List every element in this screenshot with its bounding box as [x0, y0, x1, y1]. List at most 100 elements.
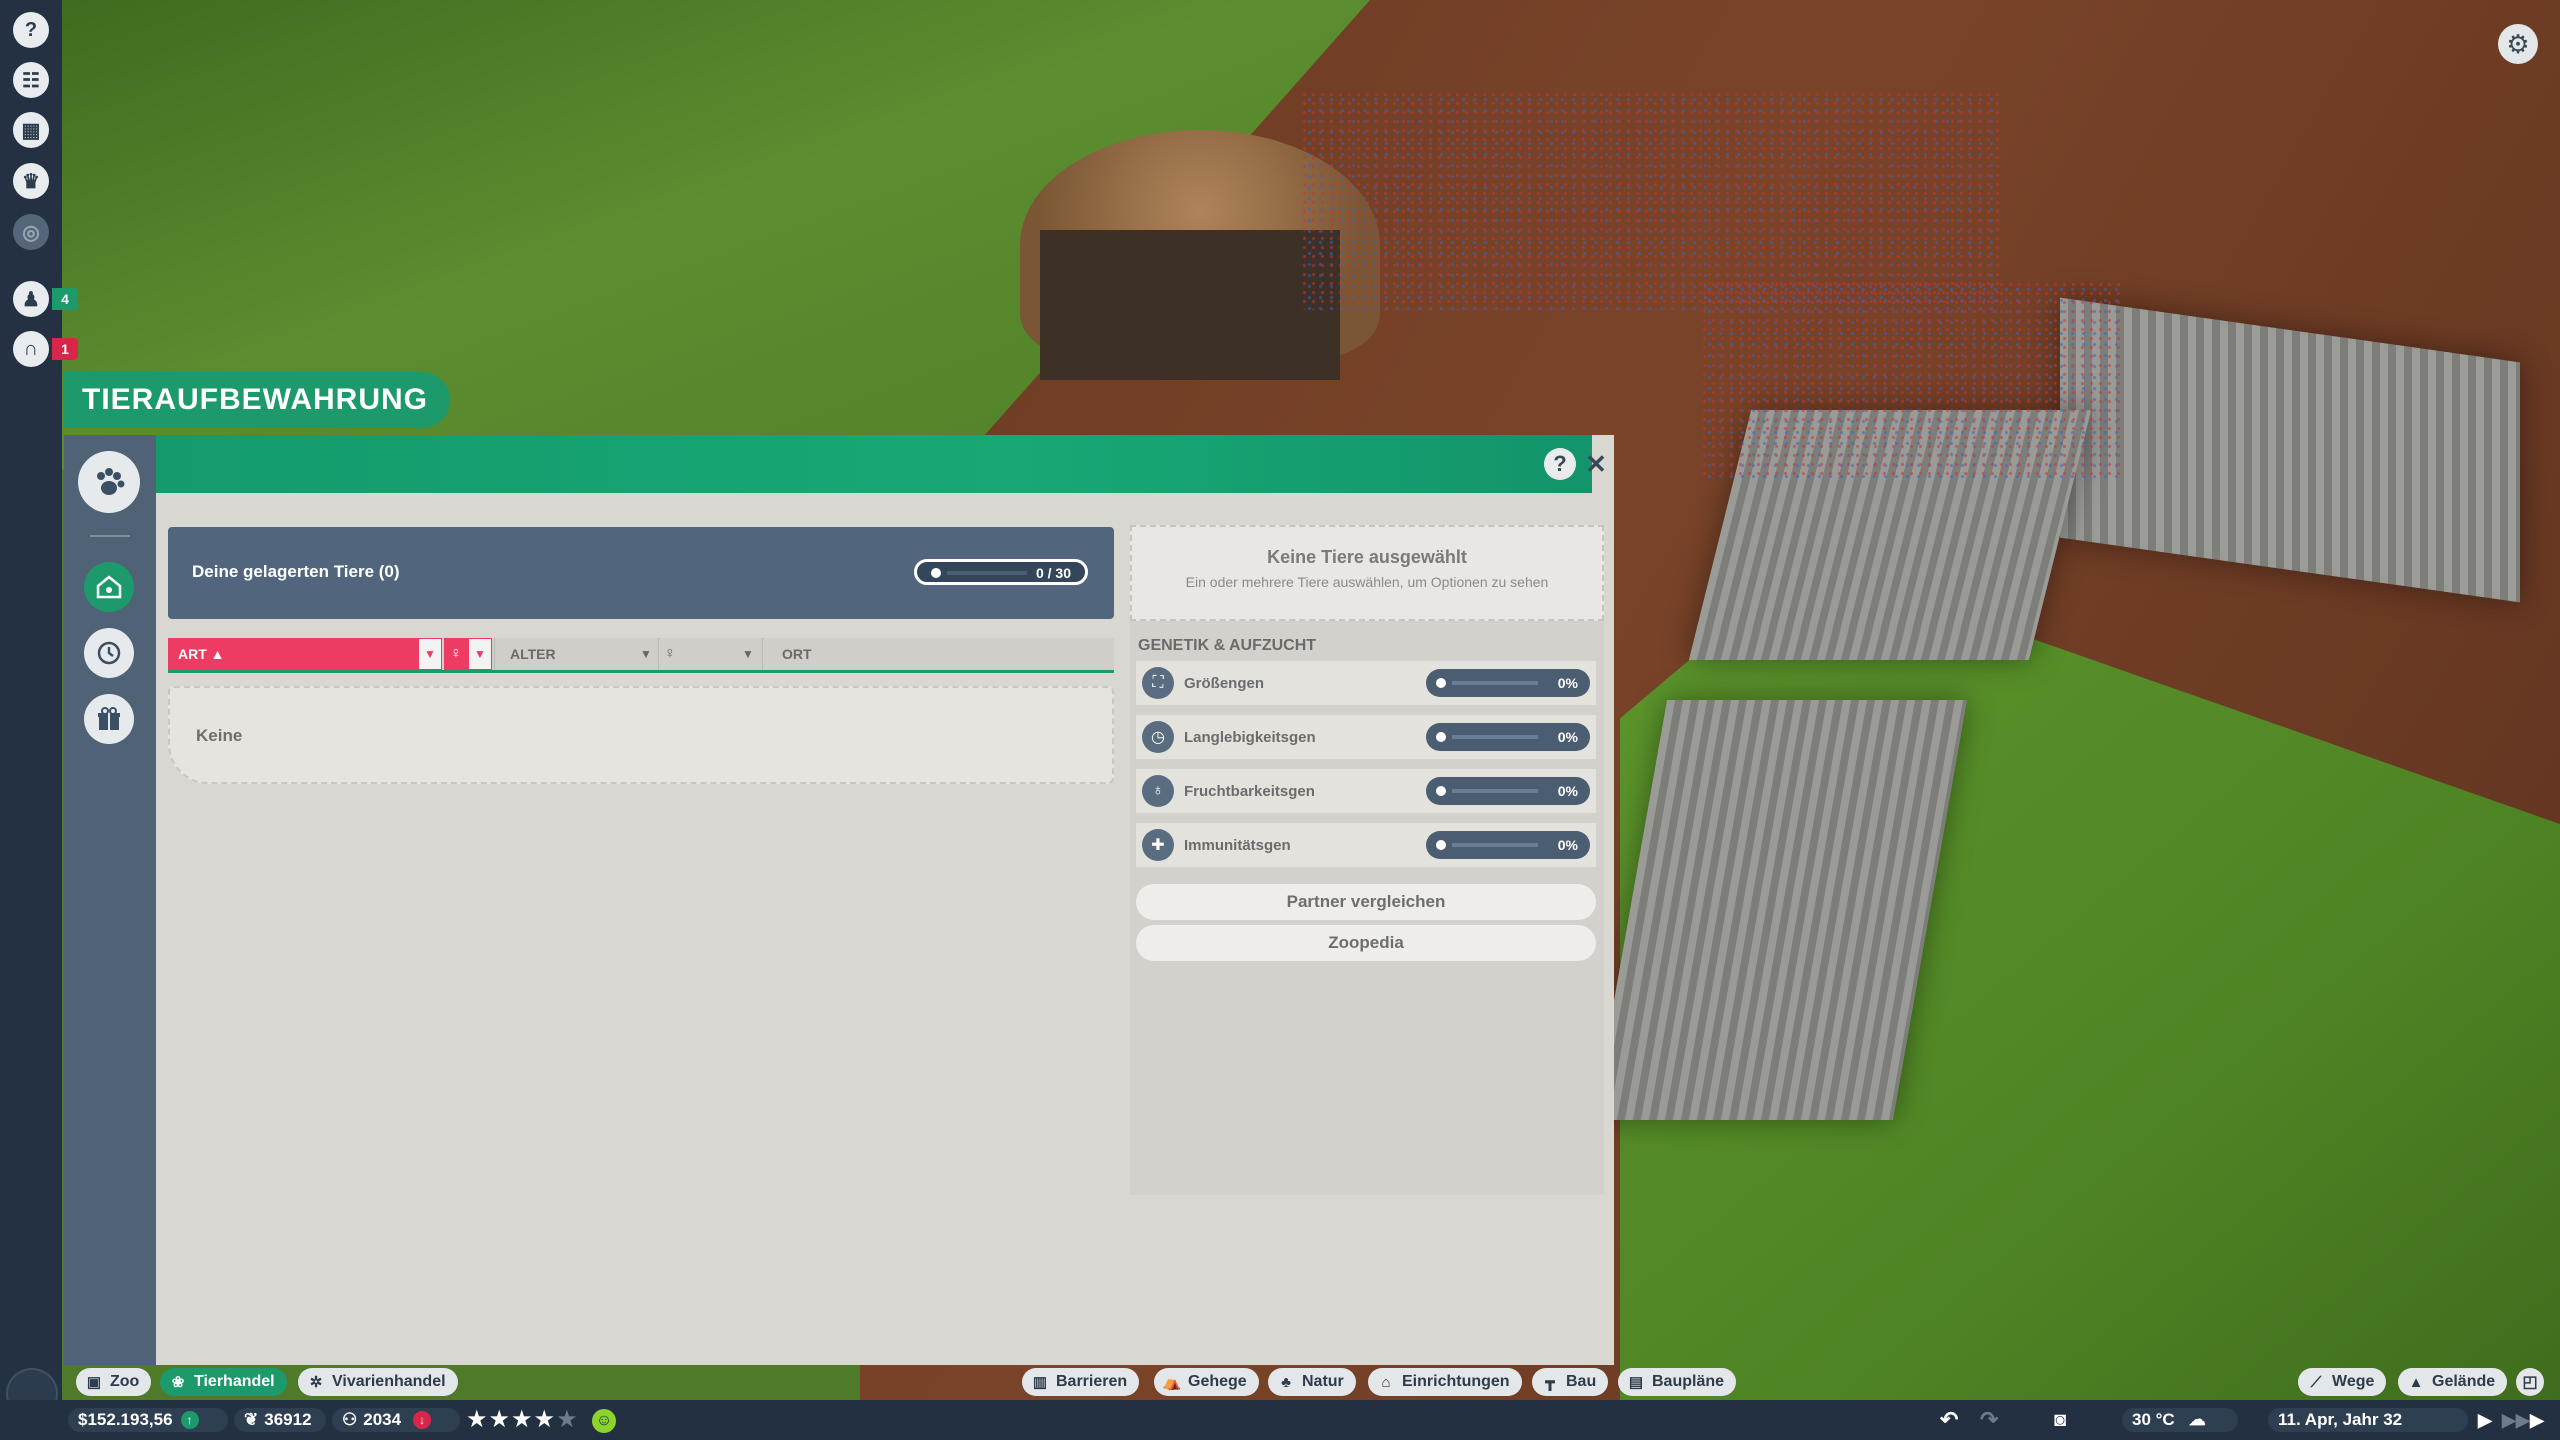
tab-label: Zoo: [110, 1373, 140, 1390]
trophy-icon[interactable]: ♛: [13, 163, 49, 199]
storage-capacity-bar: 0 / 30: [914, 559, 1088, 585]
tab-natur[interactable]: ♣ Natur: [1268, 1368, 1356, 1396]
sex-column[interactable]: ♀: [664, 638, 694, 670]
funnel-icon: ▼: [418, 638, 442, 670]
female-icon: ♀: [664, 645, 676, 662]
building-base: [1040, 230, 1340, 380]
gene-label: Größengen: [1184, 675, 1265, 692]
zoopedia-button[interactable]: Zoopedia: [1136, 925, 1596, 961]
sex-filter-button[interactable]: ▼: [736, 638, 760, 670]
tab-zoo[interactable]: ▣ Zoo: [76, 1368, 152, 1396]
help-button[interactable]: ?: [1544, 448, 1576, 480]
construction-icon: ┳: [1545, 1374, 1555, 1391]
genetics-section-title: GENETIK & AUFZUCHT: [1138, 637, 1317, 654]
column-divider: [494, 638, 495, 670]
gender-filter-button[interactable]: ▼: [468, 638, 492, 670]
tab-tierhandel[interactable]: ❀ Tierhandel: [160, 1368, 287, 1396]
sort-alter-column[interactable]: ALTER: [502, 638, 600, 670]
zoo-icon: ▣: [86, 1374, 102, 1391]
temperature-display: 30 °C ☁: [2122, 1408, 2238, 1432]
tab-vivarienhandel[interactable]: ✲ Vivarienhandel: [298, 1368, 458, 1396]
compare-partners-button[interactable]: Partner vergleichen: [1136, 884, 1596, 920]
art-filter-button[interactable]: ▼: [418, 638, 442, 670]
calendar-icon[interactable]: ▦: [13, 112, 49, 148]
tab-barrieren[interactable]: ▥ Barrieren: [1022, 1368, 1140, 1396]
tab-gehege[interactable]: ⛺ Gehege: [1154, 1368, 1259, 1396]
camera-toggle-button[interactable]: ◰: [2516, 1368, 2544, 1396]
history-icon: [97, 641, 121, 665]
gene-bar-track: [1452, 681, 1538, 685]
insect-icon: ✲: [309, 1374, 323, 1391]
blueprint-icon: ▤: [1628, 1374, 1644, 1391]
gene-bar-indicator: [1436, 732, 1446, 742]
paw-icon: ❀: [171, 1374, 185, 1391]
fast-forward-icon[interactable]: ▶▶: [2502, 1408, 2530, 1432]
animal-list: Keine: [168, 686, 1114, 784]
zoo-rating-stars[interactable]: ★★★★★: [466, 1408, 579, 1432]
scenario-icon[interactable]: ☷: [13, 62, 49, 98]
tab-gifts[interactable]: [84, 694, 134, 744]
gift-icon: [98, 707, 120, 730]
tab-label: Natur: [1302, 1373, 1344, 1390]
close-button[interactable]: ✕: [1580, 448, 1612, 480]
tab-label: Gehege: [1188, 1373, 1247, 1390]
tab-history[interactable]: [84, 628, 134, 678]
tab-label: Baupläne: [1652, 1373, 1725, 1390]
camera-icon: ◰: [2522, 1374, 2538, 1391]
tab-wege[interactable]: ⟋ Wege: [2298, 1368, 2387, 1396]
selection-title: Keine Tiere ausgewählt: [1267, 547, 1467, 567]
tab-gelaende[interactable]: ▲ Gelände: [2398, 1368, 2508, 1396]
star-icon: ★: [466, 1406, 489, 1433]
conservation-value: 36912: [264, 1410, 312, 1429]
sort-art-column[interactable]: ART ▲: [168, 638, 418, 670]
tab-einrichtungen[interactable]: ⌂ Einrichtungen: [1368, 1368, 1522, 1396]
guests-icon: ⚇: [342, 1410, 358, 1429]
tab-bau[interactable]: ┳ Bau: [1532, 1368, 1609, 1396]
tab-label: Tierhandel: [194, 1373, 275, 1390]
size-gene-icon: ⛶: [1142, 667, 1174, 699]
female-icon: ♀: [450, 645, 462, 662]
storage-home-icon: [96, 575, 122, 599]
sidebar-divider: [90, 535, 130, 537]
staff-icon[interactable]: ♟: [13, 281, 49, 317]
gate-alert-badge: 1: [52, 338, 78, 360]
star-half-icon: ★: [533, 1406, 557, 1433]
paw-icon[interactable]: [78, 451, 140, 513]
undo-icon[interactable]: ↶: [1940, 1407, 1958, 1432]
guest-value: 2034: [363, 1410, 402, 1429]
gear-icon[interactable]: ⚙: [2498, 24, 2538, 64]
gene-value: 0%: [1557, 783, 1578, 799]
fastest-speed-icon[interactable]: ▶: [2530, 1408, 2544, 1432]
weather-cloud-icon: ☁: [2188, 1410, 2206, 1429]
help-icon[interactable]: ?: [13, 12, 49, 48]
gene-bar: 0%: [1426, 777, 1590, 805]
tab-label: Vivarienhandel: [332, 1373, 446, 1390]
gene-row-immunity: ✚ Immunitätsgen 0%: [1136, 823, 1596, 867]
filter-header-row: ART ▲ ▼ ♀ ▼ ALTER ▼ ♀ ▼ ORT: [168, 638, 1114, 673]
gene-bar: 0%: [1426, 831, 1590, 859]
redo-icon[interactable]: ↷: [1980, 1407, 1998, 1432]
status-bar: $152.193,56 ↑ ❦ 36912 ⚇ 2034 ↓ ★★★★★ ☺ ↶…: [0, 1400, 2560, 1440]
barrier-icon: ▥: [1032, 1374, 1048, 1391]
play-speed-icon[interactable]: ▶: [2478, 1408, 2492, 1432]
habitat-icon: ⛺: [1162, 1374, 1182, 1391]
date-display: 11. Apr, Jahr 32: [2268, 1408, 2468, 1432]
capacity-track: [947, 571, 1027, 575]
female-filter-column[interactable]: ♀: [444, 638, 468, 670]
guest-count-display[interactable]: ⚇ 2034 ↓: [332, 1408, 460, 1432]
conservation-credits-display[interactable]: ❦ 36912: [234, 1408, 326, 1432]
screenshot-icon[interactable]: ◙: [2054, 1408, 2066, 1432]
tab-label: Bau: [1566, 1373, 1597, 1390]
visitor-crowd: [1700, 280, 2120, 480]
alter-filter-button[interactable]: ▼: [634, 638, 658, 670]
target-icon[interactable]: ◎: [13, 214, 49, 250]
guest-happiness-icon[interactable]: ☺: [592, 1409, 616, 1433]
money-trend-up-icon: ↑: [180, 1411, 199, 1429]
sort-ort-column[interactable]: ORT: [772, 638, 982, 670]
tab-storage-home[interactable]: [84, 562, 134, 612]
gene-bar-track: [1452, 735, 1538, 739]
fertility-gene-icon: ♁: [1142, 775, 1174, 807]
money-display[interactable]: $152.193,56 ↑: [68, 1408, 228, 1432]
tab-bauplaene[interactable]: ▤ Baupläne: [1618, 1368, 1737, 1396]
gate-icon[interactable]: ∩: [13, 331, 49, 367]
